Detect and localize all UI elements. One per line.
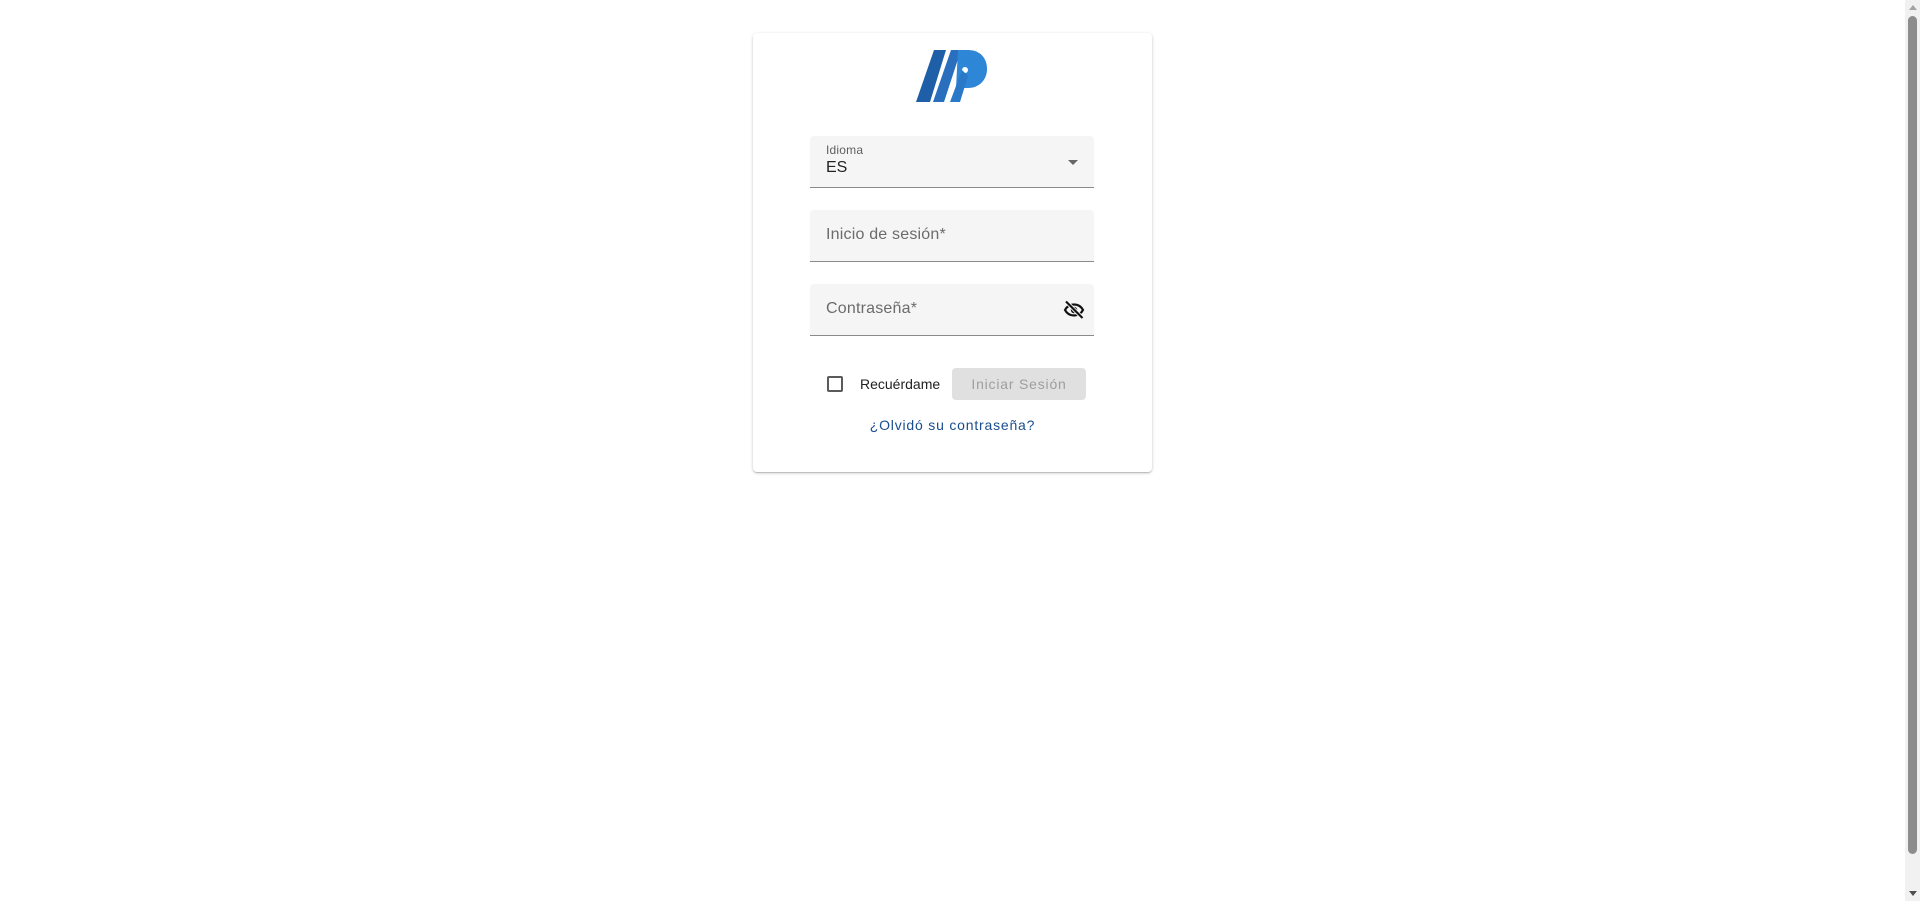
forgot-password-link[interactable]: ¿Olvidó su contraseña? [753, 417, 1152, 433]
login-button[interactable]: Iniciar Sesión [952, 368, 1086, 400]
page: Idioma ES Inicio de sesión* Contraseña* … [0, 0, 1920, 901]
eye-off-icon[interactable] [1062, 298, 1086, 322]
login-card: Idioma ES Inicio de sesión* Contraseña* … [753, 33, 1152, 472]
remember-label[interactable]: Recuérdame [860, 376, 940, 392]
dropdown-caret-icon [1068, 160, 1078, 165]
vertical-scrollbar[interactable] [1905, 0, 1920, 901]
language-select[interactable]: Idioma ES [810, 136, 1094, 188]
scroll-up-icon[interactable] [1909, 5, 1917, 10]
ap-logo-icon [916, 50, 988, 102]
language-value: ES [826, 159, 848, 176]
login-actions-row: Recuérdame Iniciar Sesión [827, 368, 1087, 400]
remember-checkbox[interactable] [827, 376, 843, 392]
password-placeholder: Contraseña* [826, 300, 918, 317]
language-label: Idioma [826, 143, 864, 157]
scrollbar-thumb[interactable] [1908, 16, 1917, 854]
password-field[interactable]: Contraseña* [810, 284, 1094, 336]
scroll-down-icon[interactable] [1909, 891, 1917, 896]
username-field[interactable]: Inicio de sesión* [810, 210, 1094, 262]
username-placeholder: Inicio de sesión* [826, 226, 946, 243]
